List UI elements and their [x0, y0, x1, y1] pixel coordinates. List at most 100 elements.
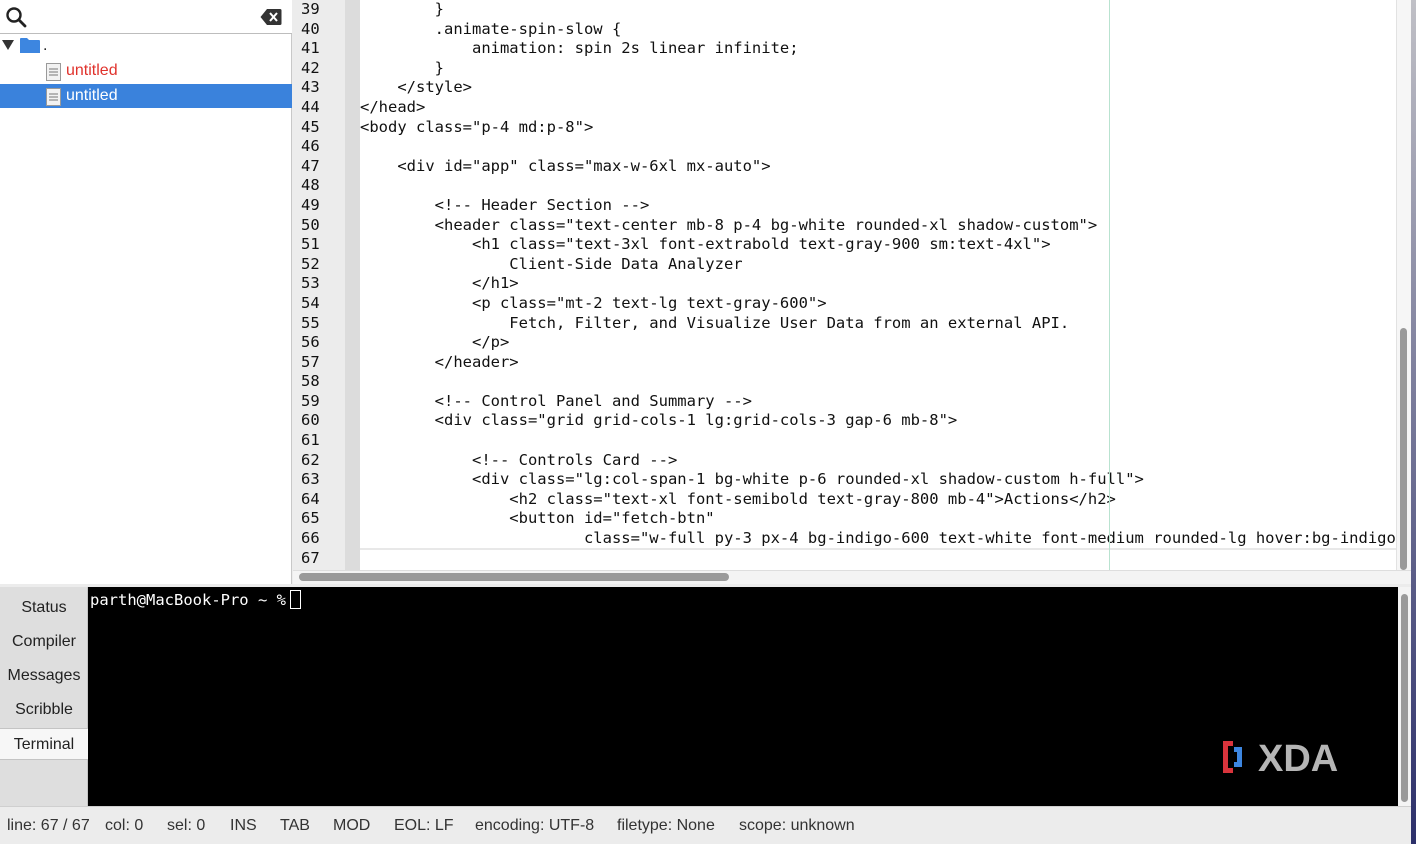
- line-number: 50: [301, 215, 320, 234]
- code-line[interactable]: <p class="mt-2 text-lg text-gray-600">: [360, 294, 1396, 314]
- code-line[interactable]: <header class="text-center mb-8 p-4 bg-w…: [360, 216, 1396, 236]
- terminal-prompt: parth@MacBook-Pro ~ %: [90, 591, 286, 609]
- code-lines[interactable]: } .animate-spin-slow { animation: spin 2…: [360, 0, 1396, 568]
- window-edge: [1411, 0, 1416, 844]
- status-sel: sel: 0: [167, 817, 206, 834]
- code-line[interactable]: <h1 class="text-3xl font-extrabold text-…: [360, 235, 1396, 255]
- line-number: 47: [301, 156, 320, 175]
- code-area[interactable]: } .animate-spin-slow { animation: spin 2…: [360, 0, 1396, 570]
- tab-messages[interactable]: Messages: [0, 660, 88, 692]
- fold-margin[interactable]: [345, 0, 360, 570]
- code-line[interactable]: <div id="app" class="max-w-6xl mx-auto">: [360, 157, 1396, 177]
- code-line[interactable]: <h2 class="text-xl font-semibold text-gr…: [360, 490, 1396, 510]
- code-line[interactable]: [360, 137, 1396, 157]
- line-number: 57: [301, 352, 320, 371]
- line-number: 66: [301, 529, 320, 548]
- code-editor[interactable]: 39 40 41 42 43 44 45 46 47 48 49 50 51 52 53 54 55 56 57 58…: [293, 0, 1411, 584]
- line-number: 62: [301, 450, 320, 469]
- search-input[interactable]: [32, 5, 252, 29]
- line-number: 52: [301, 254, 320, 273]
- code-line[interactable]: </head>: [360, 98, 1396, 118]
- code-line[interactable]: <!-- Control Panel and Summary -->: [360, 392, 1396, 412]
- code-line[interactable]: <button id="fetch-btn": [360, 509, 1396, 529]
- code-line[interactable]: Fetch, Filter, and Visualize User Data f…: [360, 314, 1396, 334]
- svg-text:XDA: XDA: [1258, 738, 1338, 777]
- search-bar: [0, 0, 292, 34]
- code-line[interactable]: .animate-spin-slow {: [360, 20, 1396, 40]
- code-line[interactable]: <!-- Header Section -->: [360, 196, 1396, 216]
- code-line[interactable]: [360, 431, 1396, 451]
- code-line[interactable]: </p>: [360, 333, 1396, 353]
- tab-status[interactable]: Status: [0, 592, 88, 624]
- line-number: 67: [301, 548, 320, 567]
- code-line[interactable]: [360, 176, 1396, 196]
- editor-horizontal-scroll-thumb[interactable]: [299, 573, 729, 581]
- status-line: line: 67 / 67: [7, 817, 90, 834]
- code-line[interactable]: <div class="grid grid-cols-1 lg:grid-col…: [360, 411, 1396, 431]
- code-line[interactable]: <body class="p-4 md:p-8">: [360, 118, 1396, 138]
- line-number: 40: [301, 19, 320, 38]
- code-line[interactable]: }: [360, 59, 1396, 79]
- code-line[interactable]: animation: spin 2s linear infinite;: [360, 39, 1396, 59]
- long-line-marker: [1109, 0, 1110, 570]
- expander-down-icon[interactable]: [2, 40, 14, 50]
- tree-root-folder[interactable]: .: [0, 34, 292, 58]
- line-number: 44: [301, 97, 320, 116]
- text-file-icon: [46, 88, 61, 106]
- line-number: 39: [301, 0, 320, 18]
- line-number: 45: [301, 117, 320, 136]
- line-number: 54: [301, 293, 320, 312]
- tree-file-label: untitled: [66, 62, 118, 79]
- status-filetype: filetype: None: [617, 817, 715, 834]
- code-line[interactable]: </style>: [360, 78, 1396, 98]
- terminal-cursor: [289, 590, 301, 609]
- message-window-tabs: Status Compiler Messages Scribble Termin…: [0, 587, 88, 806]
- code-line[interactable]: </header>: [360, 353, 1396, 373]
- code-line[interactable]: <!-- Controls Card -->: [360, 451, 1396, 471]
- status-mode: INS: [230, 817, 257, 834]
- line-number-gutter: 39 40 41 42 43 44 45 46 47 48 49 50 51 52 53 54 55 56 57 58…: [293, 0, 345, 570]
- line-number: 42: [301, 58, 320, 77]
- status-scope: scope: unknown: [739, 817, 855, 834]
- line-number: 53: [301, 274, 320, 293]
- search-icon[interactable]: [5, 6, 27, 28]
- line-number: 58: [301, 372, 320, 391]
- status-modified: MOD: [333, 817, 371, 834]
- line-number: 60: [301, 411, 320, 430]
- line-number: 56: [301, 333, 320, 352]
- line-number: 43: [301, 78, 320, 97]
- status-indent: TAB: [280, 817, 310, 834]
- tab-terminal[interactable]: Terminal: [0, 728, 88, 760]
- tree-file-untitled-1[interactable]: untitled: [0, 59, 292, 83]
- text-file-icon: [46, 63, 61, 81]
- terminal-panel[interactable]: parth@MacBook-Pro ~ % XDA: [88, 587, 1398, 806]
- line-number: 59: [301, 391, 320, 410]
- status-encoding: encoding: UTF-8: [475, 817, 595, 834]
- terminal-vertical-scroll-thumb[interactable]: [1401, 594, 1408, 802]
- tab-scribble[interactable]: Scribble: [0, 694, 88, 726]
- line-number: 63: [301, 470, 320, 489]
- code-line[interactable]: [360, 549, 1396, 569]
- editor-vertical-scroll-thumb[interactable]: [1400, 328, 1407, 570]
- line-number: 65: [301, 509, 320, 528]
- tree-file-untitled-2[interactable]: untitled: [0, 84, 292, 108]
- code-line[interactable]: </h1>: [360, 274, 1396, 294]
- tab-compiler[interactable]: Compiler: [0, 626, 88, 658]
- tree-file-label: untitled: [66, 87, 118, 104]
- clear-icon[interactable]: [260, 8, 282, 26]
- terminal-prompt-line[interactable]: parth@MacBook-Pro ~ %: [90, 590, 301, 609]
- code-line[interactable]: }: [360, 0, 1396, 20]
- code-line[interactable]: Client-Side Data Analyzer: [360, 255, 1396, 275]
- line-number: 55: [301, 313, 320, 332]
- line-number: 49: [301, 195, 320, 214]
- status-col: col: 0: [105, 817, 144, 834]
- status-eol: EOL: LF: [394, 817, 454, 834]
- status-bar: line: 67 / 67 col: 0 sel: 0 INS TAB MOD …: [0, 806, 1411, 844]
- code-line[interactable]: [360, 372, 1396, 392]
- line-number: 46: [301, 137, 320, 156]
- line-number: 41: [301, 39, 320, 58]
- line-number: 51: [301, 235, 320, 254]
- code-line[interactable]: class="w-full py-3 px-4 bg-indigo-600 te…: [360, 529, 1396, 549]
- line-number: 64: [301, 489, 320, 508]
- code-line[interactable]: <div class="lg:col-span-1 bg-white p-6 r…: [360, 470, 1396, 490]
